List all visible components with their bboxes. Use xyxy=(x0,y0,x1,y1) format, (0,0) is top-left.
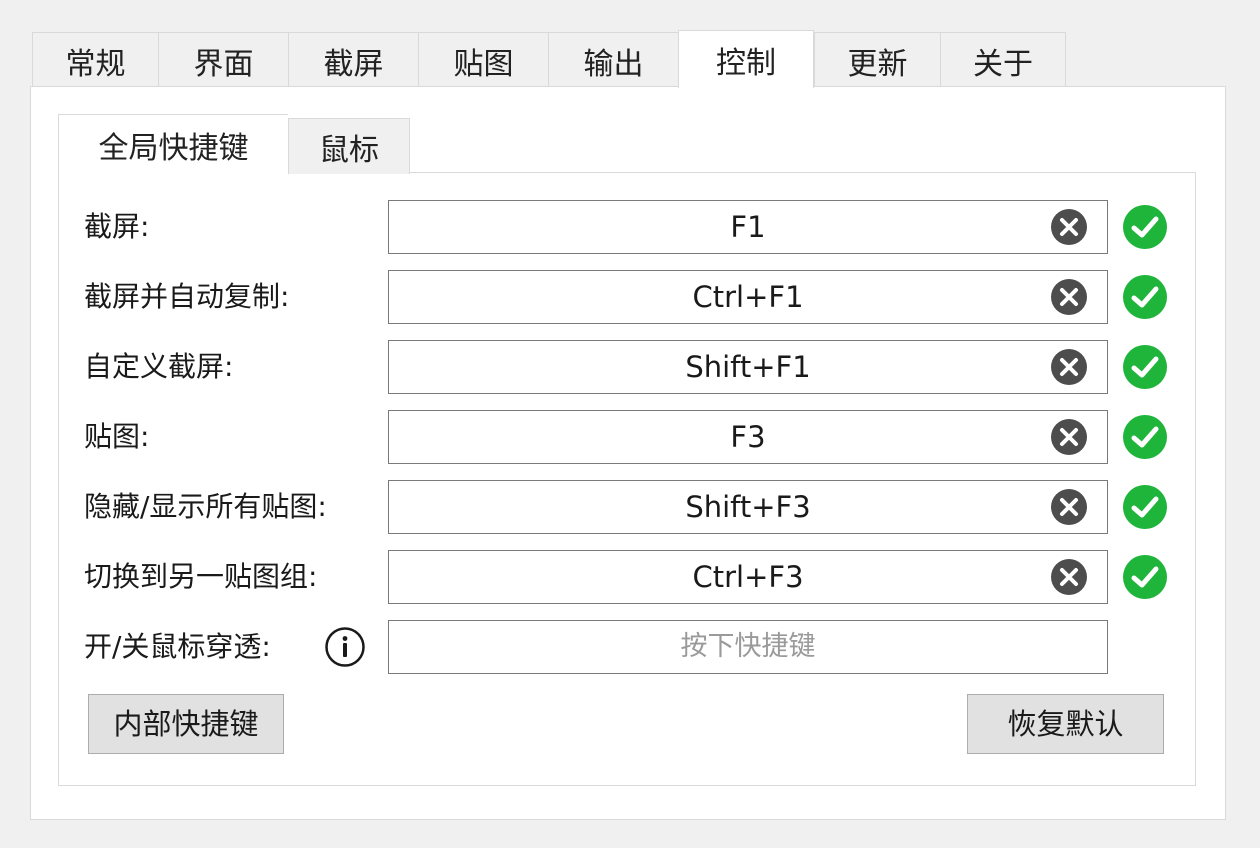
hotkey-label: 切换到另一贴图组: xyxy=(84,560,318,593)
hotkey-value: Ctrl+F3 xyxy=(692,560,804,594)
clear-x-circle-icon[interactable] xyxy=(1050,208,1088,246)
hotkey-row-pin: 贴图: F3 xyxy=(0,410,1260,464)
hotkey-input-custom-screenshot[interactable]: Shift+F1 xyxy=(388,340,1108,394)
hotkey-value: F1 xyxy=(730,210,766,244)
hotkey-placeholder: 按下快捷键 xyxy=(680,631,816,662)
hotkey-label: 隐藏/显示所有贴图: xyxy=(84,490,327,523)
hotkey-form: 截屏: F1 截屏并自动复制: Ctrl+F1 自定义截屏: Shift+F1 … xyxy=(0,0,1260,848)
check-circle-icon xyxy=(1123,485,1167,529)
hotkey-row-screenshot-copy: 截屏并自动复制: Ctrl+F1 xyxy=(0,270,1260,324)
check-circle-icon xyxy=(1123,415,1167,459)
check-circle-icon xyxy=(1123,555,1167,599)
hotkey-value: Shift+F3 xyxy=(685,490,811,524)
hotkey-value: Ctrl+F1 xyxy=(692,280,804,314)
hotkey-input-pin[interactable]: F3 xyxy=(388,410,1108,464)
hotkey-row-toggle-all-pins: 隐藏/显示所有贴图: Shift+F3 xyxy=(0,480,1260,534)
hotkey-label: 贴图: xyxy=(84,420,150,453)
clear-x-circle-icon[interactable] xyxy=(1050,278,1088,316)
clear-x-circle-icon[interactable] xyxy=(1050,418,1088,456)
check-circle-icon xyxy=(1123,275,1167,319)
check-circle-icon xyxy=(1123,205,1167,249)
hotkey-row-screenshot: 截屏: F1 xyxy=(0,200,1260,254)
hotkey-value: Shift+F1 xyxy=(685,350,811,384)
clear-x-circle-icon[interactable] xyxy=(1050,348,1088,386)
hotkey-input-screenshot[interactable]: F1 xyxy=(388,200,1108,254)
hotkey-value: F3 xyxy=(730,420,766,454)
hotkey-label: 截屏并自动复制: xyxy=(84,280,290,313)
hotkey-label: 开/关鼠标穿透: xyxy=(84,630,271,663)
info-circle-icon[interactable] xyxy=(324,626,366,668)
check-circle-icon xyxy=(1123,345,1167,389)
clear-x-circle-icon[interactable] xyxy=(1050,488,1088,526)
hotkey-input-screenshot-copy[interactable]: Ctrl+F1 xyxy=(388,270,1108,324)
hotkey-label: 自定义截屏: xyxy=(84,350,234,383)
hotkey-row-switch-pin-group: 切换到另一贴图组: Ctrl+F3 xyxy=(0,550,1260,604)
hotkey-label: 截屏: xyxy=(84,210,150,243)
hotkey-input-toggle-all-pins[interactable]: Shift+F3 xyxy=(388,480,1108,534)
hotkey-input-mouse-passthrough[interactable]: 按下快捷键 xyxy=(388,620,1108,674)
hotkey-row-mouse-passthrough: 开/关鼠标穿透: 按下快捷键 xyxy=(0,620,1260,674)
clear-x-circle-icon[interactable] xyxy=(1050,558,1088,596)
hotkey-row-custom-screenshot: 自定义截屏: Shift+F1 xyxy=(0,340,1260,394)
hotkey-input-switch-pin-group[interactable]: Ctrl+F3 xyxy=(388,550,1108,604)
